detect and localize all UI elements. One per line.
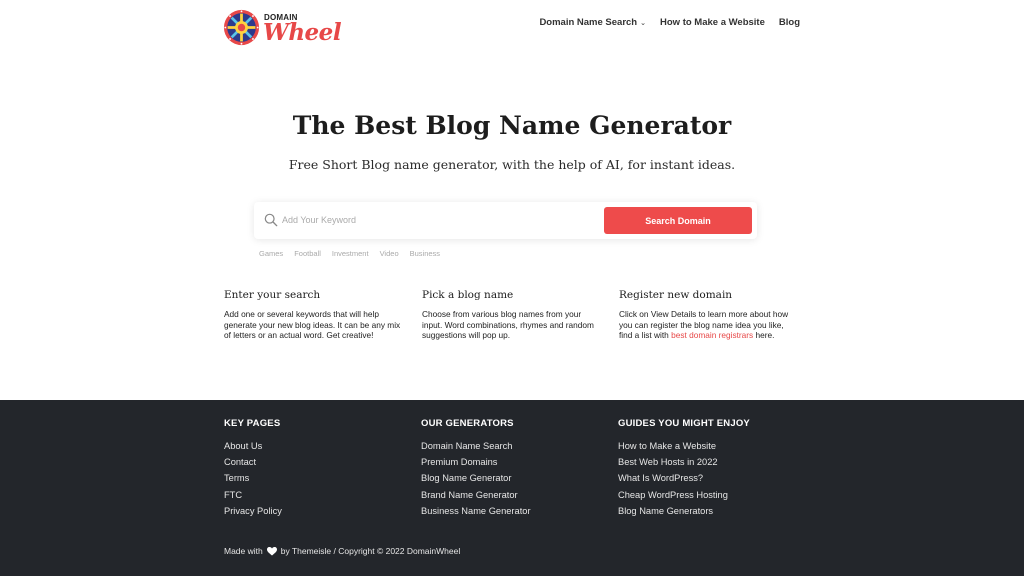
step-text: Add one or several keywords that will he… xyxy=(224,309,401,341)
footer-link-contact[interactable]: Contact xyxy=(224,457,424,467)
footer-col-our-generators: OUR GENERATORS Domain Name Search Premiu… xyxy=(421,418,621,522)
suggested-keywords: Games Football Investment Video Business xyxy=(259,249,440,258)
search-icon xyxy=(264,213,278,227)
footer-link-what-is-wordpress[interactable]: What Is WordPress? xyxy=(618,473,818,483)
site-header: DOMAIN Wheel Domain Name Search ⌄ How to… xyxy=(0,0,1024,56)
footer-link-domain-name-search[interactable]: Domain Name Search xyxy=(421,441,621,451)
footer-link-terms[interactable]: Terms xyxy=(224,473,424,483)
nav-label: Domain Name Search xyxy=(539,17,638,28)
logo-large-text: Wheel xyxy=(263,19,342,46)
footer-col-guides: GUIDES YOU MIGHT ENJOY How to Make a Web… xyxy=(618,418,818,522)
footer-link-blog-name-generator[interactable]: Blog Name Generator xyxy=(421,473,621,483)
keyword-search-input[interactable] xyxy=(282,208,600,232)
keyword-tag[interactable]: Football xyxy=(294,249,321,258)
chevron-down-icon: ⌄ xyxy=(640,19,646,27)
made-with-text: Made with xyxy=(224,546,263,556)
footer-link-brand-name-generator[interactable]: Brand Name Generator xyxy=(421,490,621,500)
step-text-after: here. xyxy=(753,330,775,341)
nav-blog[interactable]: Blog xyxy=(779,17,800,28)
step-title: Register new domain xyxy=(619,289,733,301)
step-text: Choose from various blog names from your… xyxy=(422,309,594,341)
site-footer: KEY PAGES About Us Contact Terms FTC Pri… xyxy=(0,400,1024,576)
step-text: Click on View Details to learn more abou… xyxy=(619,309,799,341)
page-subtitle: Free Short Blog name generator, with the… xyxy=(288,157,736,172)
footer-link-business-name-generator[interactable]: Business Name Generator xyxy=(421,506,621,516)
nav-how-to-make-website[interactable]: How to Make a Website xyxy=(660,17,765,28)
step-register-domain: Register new domain Click on View Detail… xyxy=(619,289,799,341)
footer-heading: OUR GENERATORS xyxy=(421,418,514,429)
search-box: Search Domain xyxy=(254,202,757,239)
footer-copyright: Made with by Themeisle / Copyright © 202… xyxy=(224,546,460,556)
wheel-logo-icon xyxy=(223,9,260,46)
heart-icon xyxy=(266,546,277,555)
footer-link-privacy-policy[interactable]: Privacy Policy xyxy=(224,506,424,516)
footer-col-key-pages: KEY PAGES About Us Contact Terms FTC Pri… xyxy=(224,418,424,522)
footer-heading: KEY PAGES xyxy=(224,418,281,429)
step-title: Pick a blog name xyxy=(422,289,514,301)
nav-label: How to Make a Website xyxy=(660,17,765,28)
footer-link-ftc[interactable]: FTC xyxy=(224,490,424,500)
step-pick-name: Pick a blog name Choose from various blo… xyxy=(422,289,602,341)
search-domain-button[interactable]: Search Domain xyxy=(604,207,752,234)
footer-link-blog-name-generators[interactable]: Blog Name Generators xyxy=(618,506,818,516)
keyword-tag[interactable]: Investment xyxy=(332,249,369,258)
nav-label: Blog xyxy=(778,17,800,28)
footer-link-how-to-make-website[interactable]: How to Make a Website xyxy=(618,441,818,451)
main-nav: Domain Name Search ⌄ How to Make a Websi… xyxy=(525,17,800,28)
nav-domain-name-search[interactable]: Domain Name Search ⌄ xyxy=(539,17,646,28)
credit-text: by Themeisle / Copyright © 2022 DomainWh… xyxy=(280,546,461,556)
best-domain-registrars-link[interactable]: best domain registrars xyxy=(671,330,753,340)
keyword-tag[interactable]: Games xyxy=(259,249,283,258)
footer-link-cheap-wordpress-hosting[interactable]: Cheap WordPress Hosting xyxy=(618,490,818,500)
step-enter-search: Enter your search Add one or several key… xyxy=(224,289,404,341)
footer-heading: GUIDES YOU MIGHT ENJOY xyxy=(618,418,750,429)
footer-link-premium-domains[interactable]: Premium Domains xyxy=(421,457,621,467)
how-it-works: Enter your search Add one or several key… xyxy=(224,289,804,359)
footer-link-best-web-hosts[interactable]: Best Web Hosts in 2022 xyxy=(618,457,818,467)
keyword-tag[interactable]: Business xyxy=(410,249,440,258)
step-title: Enter your search xyxy=(224,289,321,301)
keyword-tag[interactable]: Video xyxy=(380,249,399,258)
site-logo[interactable]: DOMAIN Wheel xyxy=(223,8,342,48)
footer-link-about-us[interactable]: About Us xyxy=(224,441,424,451)
page-title: The Best Blog Name Generator xyxy=(292,111,732,140)
